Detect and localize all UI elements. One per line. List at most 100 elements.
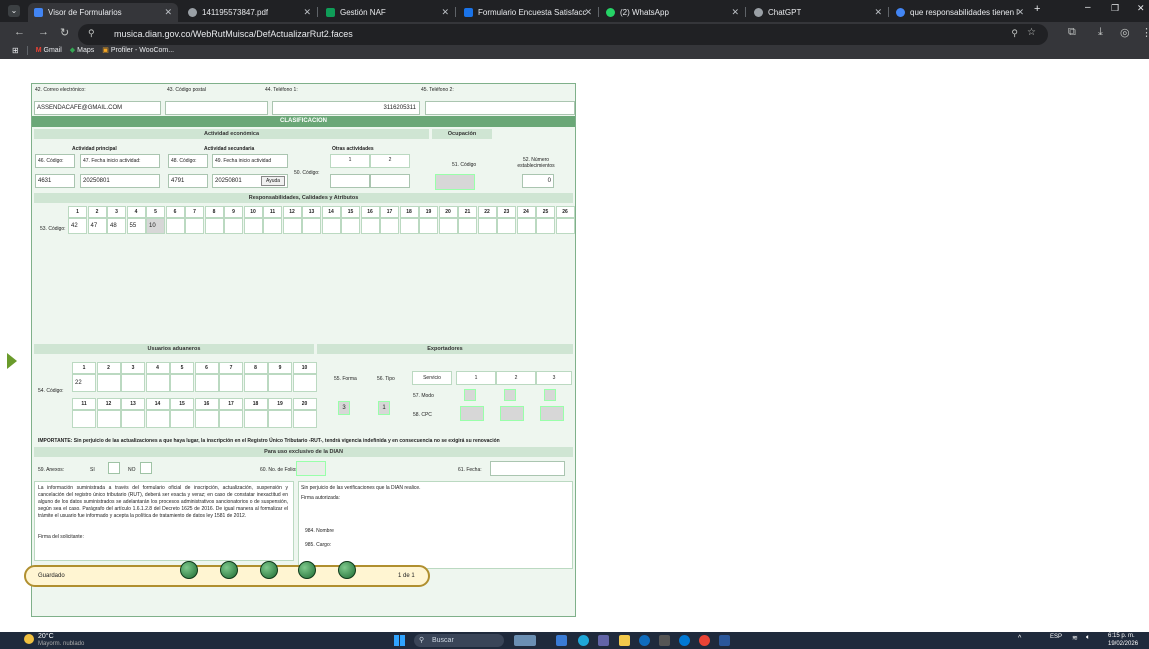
bookmark-profiler[interactable]: ▣ Profiler - WooCom...: [102, 46, 174, 54]
resp-value-cell[interactable]: [224, 218, 243, 234]
resp-value-cell[interactable]: 10: [146, 218, 165, 234]
resp-value-cell[interactable]: [438, 218, 458, 234]
resp-value-cell[interactable]: 48: [107, 218, 126, 234]
resp-value-cell[interactable]: 42: [68, 218, 87, 234]
tray-chevron-icon[interactable]: ^: [1018, 635, 1021, 642]
app-icon[interactable]: [679, 635, 690, 646]
postal-field[interactable]: [165, 101, 268, 115]
codigo-48-field[interactable]: 4791: [168, 174, 208, 188]
reload-icon[interactable]: ↻: [60, 26, 69, 39]
modo-2-field[interactable]: [504, 389, 516, 401]
otras-1-field[interactable]: [330, 174, 370, 188]
resp-value-cell[interactable]: [341, 218, 360, 234]
resp-value-cell[interactable]: [380, 218, 399, 234]
windows-start-icon[interactable]: [394, 635, 405, 646]
close-tab-icon[interactable]: ✕: [441, 7, 449, 18]
bookmark-gmail[interactable]: M Gmail: [36, 47, 62, 54]
resp-value-cell[interactable]: [243, 218, 263, 234]
resp-value-cell[interactable]: [477, 218, 497, 234]
ua-value-cell[interactable]: [96, 374, 121, 392]
forma-55-field[interactable]: 3: [338, 401, 350, 415]
ayuda-button[interactable]: Ayuda: [261, 176, 285, 186]
download-icon[interactable]: ⤓: [1098, 26, 1103, 39]
file-explorer-icon[interactable]: [556, 635, 567, 646]
ua-value-cell[interactable]: [194, 410, 219, 428]
resp-value-cell[interactable]: [204, 218, 224, 234]
ua-value-cell[interactable]: [145, 410, 170, 428]
pdf-icon[interactable]: [298, 561, 316, 579]
phone2-field[interactable]: [425, 101, 575, 115]
close-tab-icon[interactable]: ✕: [303, 7, 311, 18]
fecha-47-field[interactable]: 20250801: [80, 174, 160, 188]
edit-icon[interactable]: [260, 561, 278, 579]
resp-value-cell[interactable]: [399, 218, 419, 234]
ua-value-cell[interactable]: [72, 410, 96, 428]
ua-value-cell[interactable]: [292, 374, 317, 392]
fecha-61-field[interactable]: [490, 461, 565, 476]
weather-icon[interactable]: [24, 634, 34, 644]
zoom-icon[interactable]: ⚲: [1011, 28, 1018, 39]
back-icon[interactable]: ←: [14, 26, 25, 38]
clock-time[interactable]: 6:15 p. m.: [1108, 633, 1135, 639]
folder-icon[interactable]: [619, 635, 630, 646]
close-tab-icon[interactable]: ✕: [1016, 7, 1024, 18]
side-panel-arrow-icon[interactable]: [7, 353, 17, 369]
ua-value-cell[interactable]: [268, 410, 292, 428]
menu-icon[interactable]: ⋮: [1141, 26, 1149, 39]
tab-visor-formularios[interactable]: Visor de Formularios ✕: [28, 3, 178, 22]
close-tab-icon[interactable]: ✕: [164, 7, 172, 18]
calculator-icon[interactable]: [659, 635, 670, 646]
site-info-icon[interactable]: ⚲: [88, 28, 95, 39]
teams-icon[interactable]: [598, 635, 609, 646]
ua-value-cell[interactable]: [243, 374, 268, 392]
establecimientos-field[interactable]: 0: [522, 174, 554, 188]
resp-value-cell[interactable]: [360, 218, 380, 234]
wifi-icon[interactable]: ≋: [1072, 634, 1078, 642]
tab-formulario-encuesta[interactable]: Formulario Encuesta Satisfacció ✕: [458, 3, 598, 22]
modo-1-field[interactable]: [464, 389, 476, 401]
resp-value-cell[interactable]: [497, 218, 516, 234]
ua-value-cell[interactable]: [243, 410, 268, 428]
maximize-button[interactable]: ❐: [1111, 3, 1119, 14]
tab-gestion-naf[interactable]: Gestión NAF ✕: [320, 3, 455, 22]
ua-value-cell[interactable]: 22: [72, 374, 96, 392]
cpc-1-field[interactable]: [460, 406, 484, 421]
ua-value-cell[interactable]: [219, 410, 243, 428]
anexos-no-checkbox[interactable]: [140, 462, 152, 474]
extensions-icon[interactable]: ⧉: [1068, 26, 1076, 39]
bookmark-star-icon[interactable]: ☆: [1027, 27, 1036, 38]
cpc-3-field[interactable]: [540, 406, 564, 421]
resp-value-cell[interactable]: [282, 218, 302, 234]
ua-value-cell[interactable]: [194, 374, 219, 392]
ua-value-cell[interactable]: [219, 374, 243, 392]
next-icon[interactable]: [338, 561, 356, 579]
resp-value-cell[interactable]: [458, 218, 477, 234]
close-tab-icon[interactable]: ✕: [584, 7, 592, 18]
close-tab-icon[interactable]: ✕: [731, 7, 739, 18]
resp-value-cell[interactable]: [555, 218, 575, 234]
search-icon[interactable]: [220, 561, 238, 579]
phone1-field[interactable]: 3116205311: [272, 101, 420, 115]
tipo-56-field[interactable]: 1: [378, 401, 390, 415]
ua-value-cell[interactable]: [96, 410, 121, 428]
save-icon[interactable]: [180, 561, 198, 579]
outlook-icon[interactable]: [639, 635, 650, 646]
chrome-icon[interactable]: [699, 635, 710, 646]
tab-search-button[interactable]: ⌄: [8, 5, 20, 17]
word-icon[interactable]: [719, 635, 730, 646]
clock-date[interactable]: 19/02/2026: [1108, 641, 1138, 647]
ua-value-cell[interactable]: [121, 374, 145, 392]
copilot-icon[interactable]: [514, 635, 536, 646]
close-tab-icon[interactable]: ✕: [874, 7, 882, 18]
codigo-46-field[interactable]: 4631: [35, 174, 75, 188]
tab-chatgpt[interactable]: ChatGPT ✕: [748, 3, 888, 22]
close-window-button[interactable]: ✕: [1137, 3, 1145, 14]
resp-value-cell[interactable]: [536, 218, 555, 234]
volume-icon[interactable]: 🔈︎: [1086, 634, 1090, 642]
ua-value-cell[interactable]: [268, 374, 292, 392]
forward-icon[interactable]: →: [38, 26, 49, 38]
edge-icon[interactable]: [578, 635, 589, 646]
tab-google-search[interactable]: que responsabilidades tienen l ✕: [890, 3, 1030, 22]
ua-value-cell[interactable]: [170, 374, 194, 392]
resp-value-cell[interactable]: [302, 218, 321, 234]
